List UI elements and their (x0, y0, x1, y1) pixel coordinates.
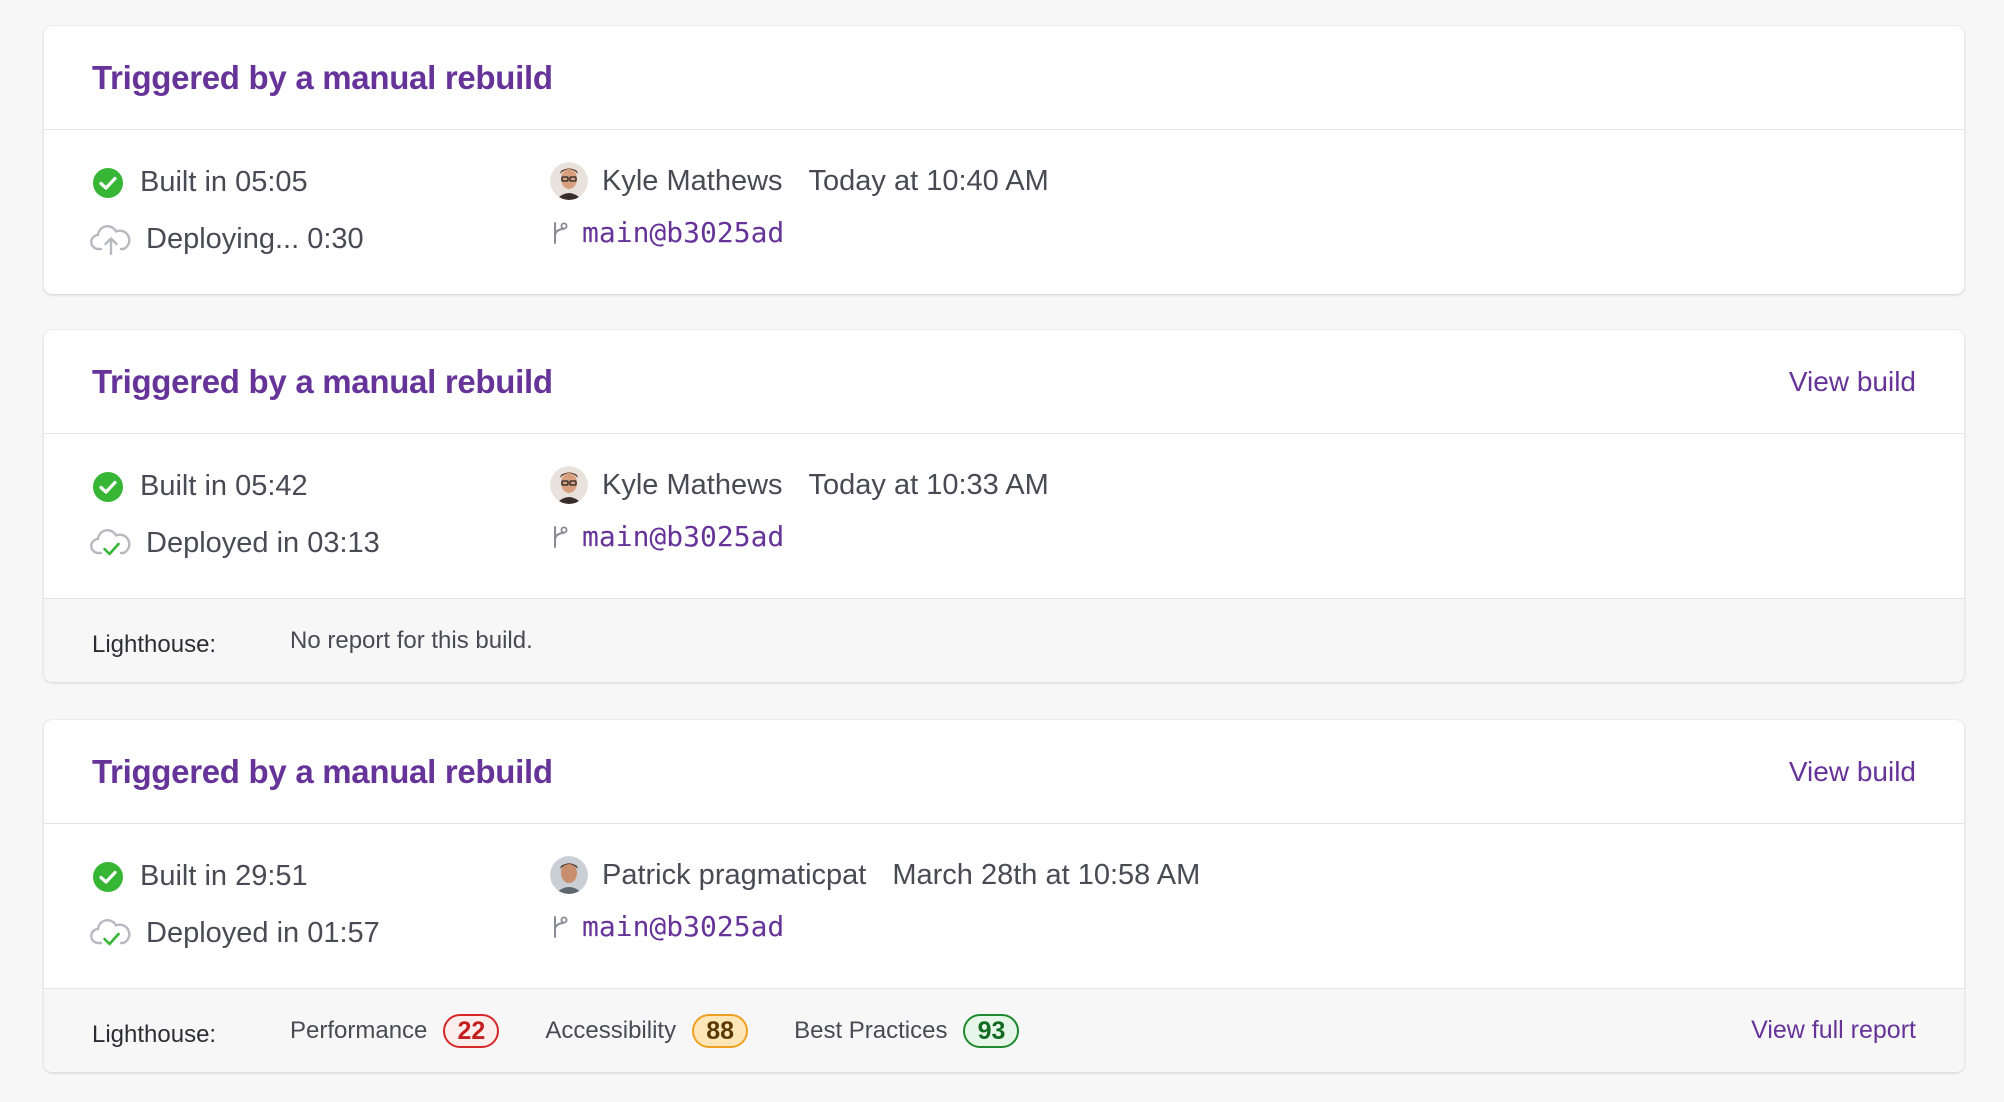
build-status: Built in 29:51 (92, 860, 308, 893)
score-name: Accessibility (545, 1016, 677, 1044)
view-build-link[interactable]: View build (1789, 366, 1916, 398)
lighthouse-label: Lighthouse: (92, 1020, 217, 1048)
avatar (550, 466, 588, 504)
build-card-header: Triggered by a manual rebuild View build (44, 720, 1964, 824)
lighthouse-empty-message: No report for this build. (290, 626, 533, 654)
lighthouse-score-accessibility: Accessibility 88 (545, 1013, 749, 1048)
build-date: Today at 10:33 AM (808, 468, 1049, 501)
build-author: Kyle Mathews Today at 10:33 AM (550, 466, 1049, 504)
build-status: Built in 05:05 (92, 166, 308, 199)
branch-commit[interactable]: main@b3025ad (582, 520, 784, 553)
branch-info: main@b3025ad (550, 520, 784, 553)
build-card: Triggered by a manual rebuild Built in 0… (44, 26, 1964, 294)
avatar (550, 856, 588, 894)
build-author: Kyle Mathews Today at 10:40 AM (550, 162, 1049, 200)
deploy-status: Deploying... 0:30 (90, 222, 364, 256)
lighthouse-footer: Lighthouse: No report for this build. (44, 598, 1964, 682)
score-badge: 88 (692, 1013, 749, 1048)
build-card-body: Built in 05:42 Deployed in 03:13 Kyle Ma… (44, 434, 1964, 598)
deploy-duration: Deploying... 0:30 (146, 222, 364, 255)
build-card-header: Triggered by a manual rebuild (44, 26, 1964, 130)
build-card-header: Triggered by a manual rebuild View build (44, 330, 1964, 434)
build-card: Triggered by a manual rebuild View build… (44, 720, 1964, 1072)
branch-commit[interactable]: main@b3025ad (582, 910, 784, 943)
build-date: Today at 10:40 AM (808, 164, 1049, 197)
build-duration: Built in 05:42 (140, 470, 308, 502)
cloud-check-icon (90, 526, 132, 560)
build-author: Patrick pragmaticpat March 28th at 10:58… (550, 856, 1200, 894)
build-date: March 28th at 10:58 AM (892, 858, 1201, 891)
lighthouse-footer: Lighthouse: Performance 22 Accessibility… (44, 988, 1964, 1072)
check-circle-icon (92, 167, 124, 199)
avatar (550, 162, 588, 200)
build-duration: Built in 05:05 (140, 166, 308, 198)
lighthouse-score-performance: Performance 22 (290, 1013, 500, 1048)
build-card-body: Built in 05:05 Deploying... 0:30 Kyle Ma… (44, 130, 1964, 294)
build-card-body: Built in 29:51 Deployed in 01:57 Patrick… (44, 824, 1964, 988)
build-trigger-title: Triggered by a manual rebuild (92, 752, 553, 790)
view-full-report-link[interactable]: View full report (1751, 1016, 1916, 1045)
score-badge: 22 (443, 1013, 500, 1048)
deploy-duration: Deployed in 01:57 (146, 916, 380, 949)
git-branch-icon (550, 220, 570, 246)
build-trigger-title: Triggered by a manual rebuild (92, 58, 553, 96)
lighthouse-label: Lighthouse: (92, 630, 217, 658)
git-branch-icon (550, 524, 570, 550)
author-name: Kyle Mathews (602, 468, 783, 501)
deploy-duration: Deployed in 03:13 (146, 526, 380, 559)
score-badge: 93 (963, 1013, 1020, 1048)
deploy-status: Deployed in 01:57 (90, 916, 380, 950)
git-branch-icon (550, 914, 570, 940)
score-name: Best Practices (794, 1016, 948, 1044)
deploy-status: Deployed in 03:13 (90, 526, 380, 560)
branch-info: main@b3025ad (550, 216, 784, 249)
cloud-upload-icon (90, 222, 132, 256)
build-card: Triggered by a manual rebuild View build… (44, 330, 1964, 682)
check-circle-icon (92, 471, 124, 503)
build-status: Built in 05:42 (92, 470, 308, 503)
score-name: Performance (290, 1016, 428, 1044)
build-trigger-title: Triggered by a manual rebuild (92, 362, 553, 400)
check-circle-icon (92, 861, 124, 893)
branch-info: main@b3025ad (550, 910, 784, 943)
author-name: Kyle Mathews (602, 164, 783, 197)
branch-commit[interactable]: main@b3025ad (582, 216, 784, 249)
lighthouse-score-best-practices: Best Practices 93 (794, 1013, 1020, 1048)
build-duration: Built in 29:51 (140, 860, 308, 892)
author-name: Patrick pragmaticpat (602, 858, 867, 891)
view-build-link[interactable]: View build (1789, 756, 1916, 788)
cloud-check-icon (90, 916, 132, 950)
